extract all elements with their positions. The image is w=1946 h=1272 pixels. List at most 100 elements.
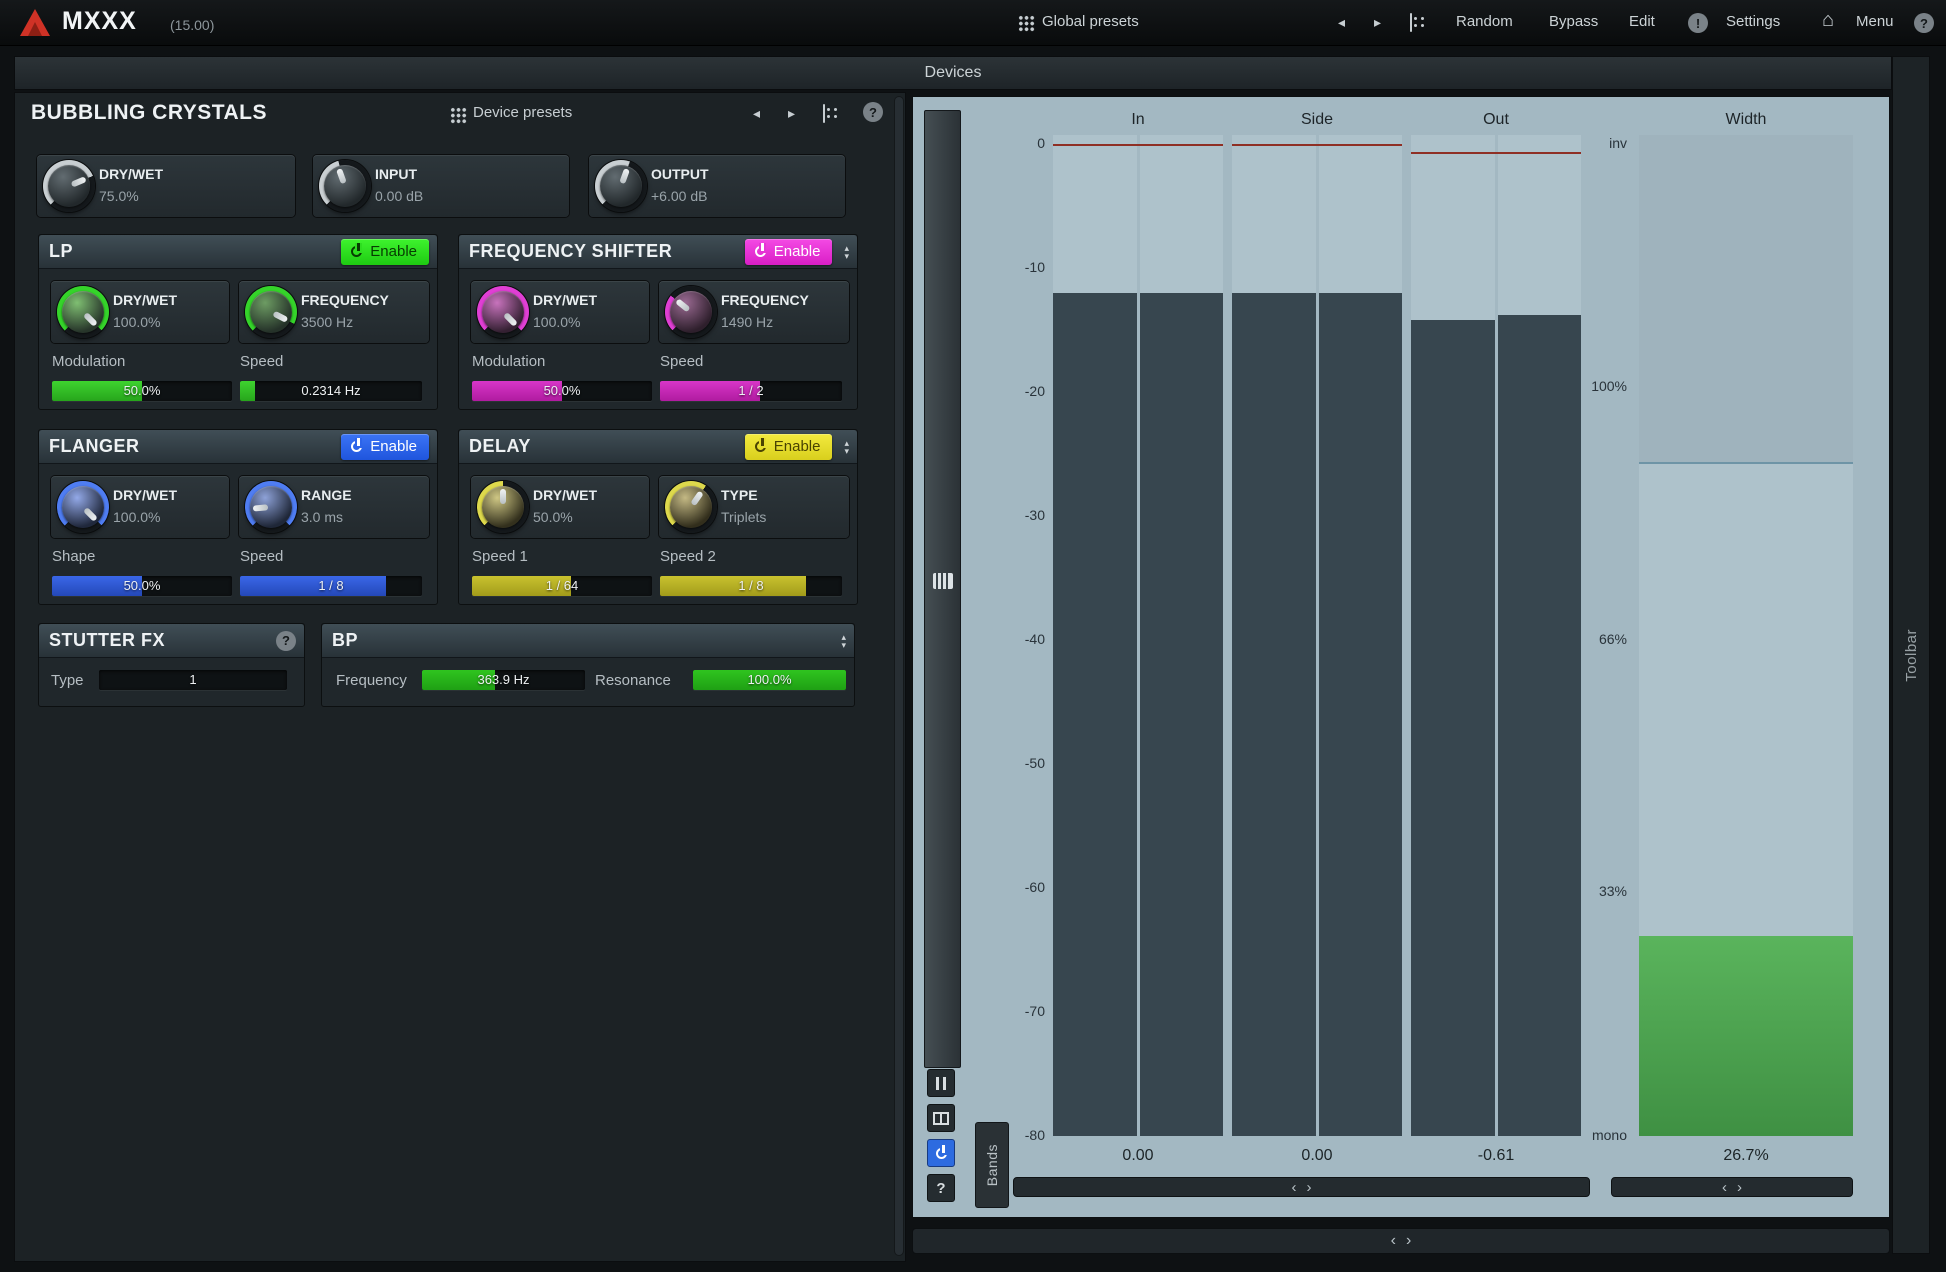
scrollbar-thumb[interactable] [895, 97, 903, 1255]
fs-drywet-knob[interactable] [477, 286, 529, 338]
master-output-knob[interactable] [595, 160, 647, 212]
flanger-shape-slider[interactable]: 50.0% [52, 576, 232, 596]
slider-value: 50.0% [472, 381, 652, 401]
knob-label: FREQUENCY [721, 292, 809, 308]
fs-frequency-knob[interactable] [665, 286, 717, 338]
knob-value: 50.0% [533, 509, 573, 525]
device-preset-next-icon[interactable]: ▸ [788, 105, 795, 122]
section-delay: DELAY Enable ▴ ▾ DRY/WET 50.0% TYPE Trip… [458, 429, 858, 605]
master-output-box: OUTPUT +6.00 dB [589, 155, 845, 217]
preset-name: BUBBLING CRYSTALS [31, 101, 267, 125]
scroll-left-icon[interactable]: ‹ [1722, 1179, 1727, 1196]
width-scale-label: inv [1533, 135, 1627, 153]
scroll-right-icon[interactable]: › [1307, 1179, 1312, 1196]
peak-hold-line [1053, 144, 1223, 146]
menu-button[interactable]: Menu [1856, 13, 1894, 30]
scroll-right-icon[interactable]: › [1406, 1232, 1411, 1250]
bp-resonance-slider[interactable]: 100.0% [693, 670, 846, 690]
slider-value: 1 / 8 [240, 576, 422, 596]
delay-speed2-slider[interactable]: 1 / 8 [660, 576, 842, 596]
flanger-drywet-box: DRY/WET 100.0% [51, 476, 229, 538]
section-header: LP Enable [39, 235, 437, 269]
device-preset-prev-icon[interactable]: ◂ [753, 105, 760, 122]
tab-devices[interactable]: Devices [14, 56, 1892, 90]
enable-label: Enable [370, 243, 417, 260]
scroll-left-icon[interactable]: ‹ [1292, 1179, 1297, 1196]
section-header: FLANGER Enable [39, 430, 437, 464]
section-title: LP [49, 241, 73, 262]
meter-layout-button[interactable] [927, 1104, 955, 1132]
knob-value: 100.0% [113, 509, 160, 525]
lp-modulation-slider[interactable]: 50.0% [52, 381, 232, 401]
frequency-shifter-enable-button[interactable]: Enable [745, 239, 833, 265]
scroll-right-icon[interactable]: › [1737, 1179, 1742, 1196]
meter-help-button[interactable]: ? [927, 1174, 955, 1202]
knob-label: OUTPUT [651, 166, 709, 182]
device-panel-scrollbar[interactable] [894, 96, 904, 1256]
global-presets-button[interactable]: Global presets [1042, 13, 1139, 30]
lp-drywet-knob[interactable] [57, 286, 109, 338]
meter-bar-fill [1498, 315, 1582, 1136]
meter-column-in [1053, 135, 1223, 1136]
knob-value: 3.0 ms [301, 509, 343, 525]
bypass-button[interactable]: Bypass [1549, 13, 1598, 30]
knob-label: RANGE [301, 487, 352, 503]
grid-icon [1018, 15, 1035, 32]
delay-drywet-knob[interactable] [477, 481, 529, 533]
delay-speed1-slider[interactable]: 1 / 64 [472, 576, 652, 596]
settings-button[interactable]: Settings [1726, 13, 1780, 30]
delay-enable-button[interactable]: Enable [745, 434, 833, 460]
meter-zoom-slider[interactable] [924, 110, 961, 1068]
fs-speed-slider[interactable]: 1 / 2 [660, 381, 842, 401]
preset-prev-icon[interactable]: ◂ [1338, 14, 1345, 31]
lp-frequency-knob[interactable] [245, 286, 297, 338]
stutter-help-icon[interactable]: ? [276, 631, 296, 651]
power-icon [754, 440, 767, 453]
flanger-enable-button[interactable]: Enable [341, 434, 429, 460]
delay-type-knob[interactable] [665, 481, 717, 533]
random-preset-dice-icon[interactable] [1410, 13, 1412, 32]
meter-power-button[interactable] [927, 1139, 955, 1167]
device-random-dice-icon[interactable] [823, 104, 825, 123]
db-scale-label: 0 [971, 135, 1045, 153]
width-scale-label: 66% [1533, 631, 1627, 649]
master-input-knob[interactable] [319, 160, 371, 212]
preset-next-icon[interactable]: ▸ [1374, 14, 1381, 31]
toolbar-tab[interactable]: Toolbar [1892, 56, 1930, 1254]
device-help-icon[interactable]: ? [863, 102, 883, 122]
meter-scrollbar[interactable]: ‹ › [1013, 1177, 1590, 1197]
app-version: (15.00) [170, 17, 214, 33]
flanger-range-knob[interactable] [245, 481, 297, 533]
lp-enable-button[interactable]: Enable [341, 239, 429, 265]
scroll-left-icon[interactable]: ‹ [1391, 1232, 1396, 1250]
stutter-type-slider[interactable]: 1 [99, 670, 287, 690]
flanger-drywet-knob[interactable] [57, 481, 109, 533]
edit-button[interactable]: Edit [1629, 13, 1655, 30]
knob-label: DRY/WET [533, 487, 597, 503]
lp-speed-slider[interactable]: 0.2314 Hz [240, 381, 422, 401]
device-reorder-spinner[interactable]: ▴ ▾ [841, 633, 846, 649]
slider-label: Speed [660, 353, 703, 370]
section-header: FREQUENCY SHIFTER Enable ▴ ▾ [459, 235, 857, 269]
device-reorder-spinner[interactable]: ▴ ▾ [844, 439, 849, 455]
analyzer-bottom-scrollbar[interactable]: ‹ › [912, 1228, 1890, 1254]
pause-icon [936, 1077, 946, 1090]
bp-frequency-slider[interactable]: 363.9 Hz [422, 670, 585, 690]
random-button[interactable]: Random [1456, 13, 1513, 30]
width-scrollbar[interactable]: ‹ › [1611, 1177, 1853, 1197]
pause-button[interactable] [927, 1069, 955, 1097]
width-scale-label: mono [1533, 1127, 1627, 1145]
alert-icon[interactable]: ! [1688, 13, 1708, 33]
meter-bar-fill [1140, 293, 1224, 1136]
fs-modulation-slider[interactable]: 50.0% [472, 381, 652, 401]
device-reorder-spinner[interactable]: ▴ ▾ [844, 244, 849, 260]
grid-icon [450, 107, 467, 124]
master-drywet-knob[interactable] [43, 160, 95, 212]
slider-label: Shape [52, 548, 95, 565]
help-icon[interactable]: ? [1914, 13, 1934, 33]
home-icon[interactable]: ⌂ [1822, 9, 1834, 32]
histogram-icon[interactable] [933, 573, 953, 589]
device-presets-button[interactable]: Device presets [473, 104, 572, 121]
enable-label: Enable [774, 438, 821, 455]
flanger-speed-slider[interactable]: 1 / 8 [240, 576, 422, 596]
